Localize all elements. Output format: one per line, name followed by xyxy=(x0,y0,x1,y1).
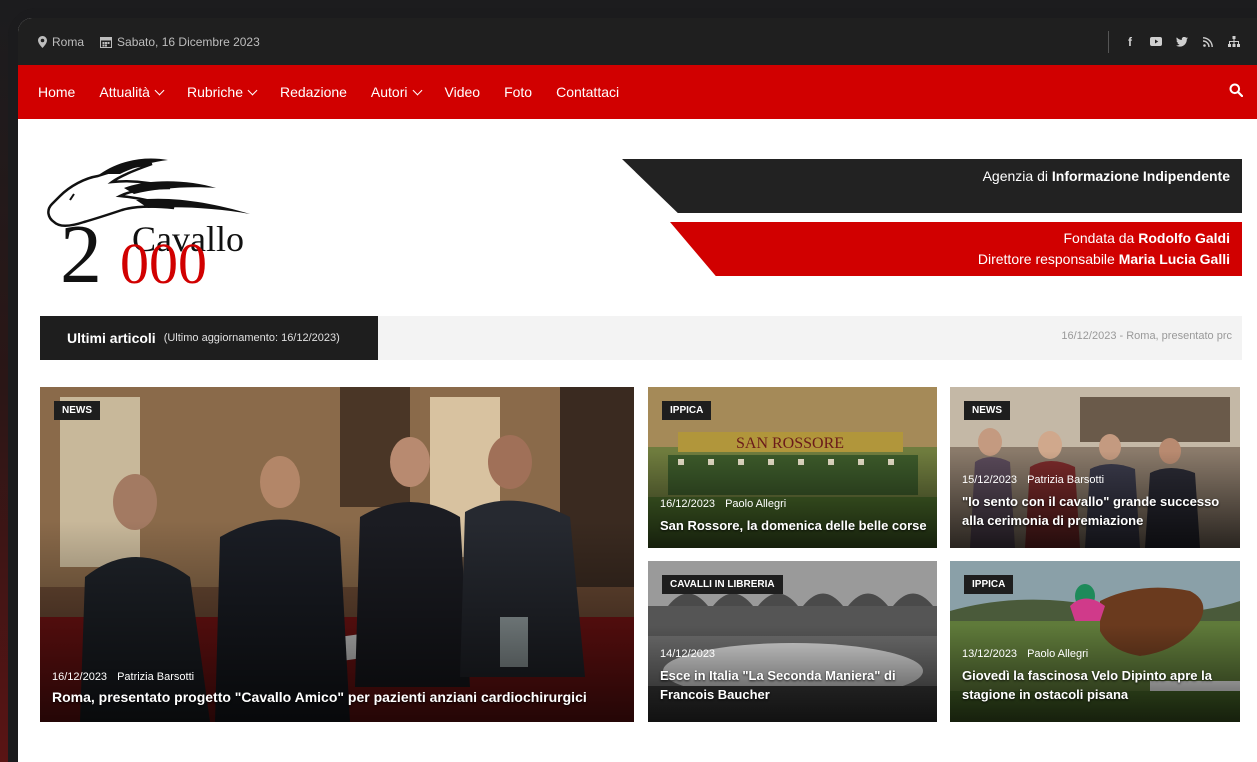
article-title[interactable]: Giovedì la fascinosa Velo Dipinto apre l… xyxy=(962,666,1230,704)
chevron-down-icon xyxy=(412,85,422,95)
ticker-news-link[interactable]: 16/12/2023 - Roma, presentato prc xyxy=(1061,330,1232,342)
nav-label: Foto xyxy=(504,84,533,100)
youtube-icon[interactable] xyxy=(1143,18,1169,65)
category-badge[interactable]: NEWS xyxy=(54,401,100,420)
founded-prefix: Fondata da xyxy=(1063,230,1135,246)
tagline-strong: Informazione Indipendente xyxy=(1051,168,1230,184)
nav-label: Rubriche xyxy=(186,84,243,100)
article-date: 16/12/2023 xyxy=(660,498,716,510)
tagline-text: Agenzia di Informazione Indipendente xyxy=(983,168,1230,184)
browser-viewport: Roma Sabato, 16 Dicembre 2023 f Home Att… xyxy=(18,18,1257,762)
article-title[interactable]: Esce in Italia "La Seconda Maniera" di F… xyxy=(660,666,927,704)
nav-contattaci[interactable]: Contattaci xyxy=(556,84,619,100)
nav-autori[interactable]: Autori xyxy=(370,84,422,100)
site-logo[interactable]: 2 Cavallo 000 xyxy=(40,156,270,301)
category-badge[interactable]: CAVALLI IN LIBRERIA xyxy=(662,575,783,594)
nav-rubriche[interactable]: Rubriche xyxy=(186,84,258,100)
article-meta: 13/12/2023 Paolo Allegri xyxy=(962,648,1098,660)
date-label: Sabato, 16 Dicembre 2023 xyxy=(117,34,260,49)
map-pin-icon xyxy=(38,35,47,48)
location-label: Roma xyxy=(52,34,85,49)
article-date: 15/12/2023 xyxy=(962,474,1018,486)
nav-attualita[interactable]: Attualità xyxy=(99,84,165,100)
nav-home[interactable]: Home xyxy=(38,84,75,100)
nav-label: Video xyxy=(444,84,481,100)
article-meta: 14/12/2023 xyxy=(660,648,725,660)
director-prefix: Direttore responsabile xyxy=(977,251,1115,267)
logo-number-2: 2 xyxy=(60,208,102,286)
article-author[interactable]: Patrizia Barsotti xyxy=(1027,474,1104,486)
location: Roma xyxy=(38,35,84,49)
sitemap-icon[interactable] xyxy=(1221,18,1247,65)
article-date: 13/12/2023 xyxy=(962,648,1018,660)
article-date: 14/12/2023 xyxy=(660,648,716,660)
category-badge[interactable]: NEWS xyxy=(964,401,1010,420)
nav-label: Redazione xyxy=(279,84,347,100)
calendar-icon xyxy=(100,36,113,48)
founder-name: Rodolfo Galdi xyxy=(1138,230,1230,246)
article-title[interactable]: San Rossore, la domenica delle belle cor… xyxy=(660,516,927,535)
article-card[interactable]: SAN ROSSORE IPPICA 16/12/2023 Paolo Alleg… xyxy=(648,387,937,548)
article-date: 16/12/2023 xyxy=(52,671,108,683)
article-author[interactable]: Paolo Allegri xyxy=(1027,648,1088,660)
facebook-icon[interactable]: f xyxy=(1117,18,1143,65)
news-ticker: Ultimi articoli (Ultimo aggiornamento: 1… xyxy=(40,316,1242,360)
chevron-down-icon xyxy=(154,85,165,95)
article-card[interactable]: CAVALLI IN LIBRERIA 14/12/2023 Esce in I… xyxy=(648,561,937,722)
nav-label: Home xyxy=(38,84,76,100)
article-meta: 15/12/2023 Patrizia Barsotti xyxy=(962,474,1114,486)
nav-foto[interactable]: Foto xyxy=(504,84,532,100)
current-date: Sabato, 16 Dicembre 2023 xyxy=(100,35,260,49)
article-author[interactable]: Patrizia Barsotti xyxy=(117,671,194,683)
director-name: Maria Lucia Galli xyxy=(1118,251,1230,267)
article-title[interactable]: Roma, presentato progetto "Cavallo Amico… xyxy=(52,688,624,707)
tagline-prefix: Agenzia di xyxy=(982,168,1048,184)
ticker-updated: (Ultimo aggiornamento: 16/12/2023) xyxy=(163,332,340,344)
article-meta: 16/12/2023 Patrizia Barsotti xyxy=(52,671,204,683)
nav-video[interactable]: Video xyxy=(445,84,481,100)
chevron-down-icon xyxy=(247,85,258,95)
tagline-banner: Agenzia di Informazione Indipendente xyxy=(622,159,1242,213)
featured-article[interactable]: NEWS 16/12/2023 Patrizia Barsotti Roma, p… xyxy=(40,387,634,722)
top-bar: Roma Sabato, 16 Dicembre 2023 f xyxy=(18,18,1257,65)
nav-label: Contattaci xyxy=(556,84,620,100)
credits-text: Fondata da Rodolfo Galdi Direttore respo… xyxy=(978,228,1230,270)
social-links: f xyxy=(1108,18,1247,65)
social-divider xyxy=(1108,30,1109,53)
twitter-icon[interactable] xyxy=(1169,18,1195,65)
category-badge[interactable]: IPPICA xyxy=(662,401,712,420)
article-title[interactable]: "Io sento con il cavallo" grande success… xyxy=(962,492,1230,530)
nav-label: Attualità xyxy=(99,84,150,100)
nav-label: Autori xyxy=(370,84,408,100)
main-navigation: Home Attualità Rubriche Redazione Autori… xyxy=(18,65,1257,119)
logo-number-000: 000 xyxy=(120,231,207,286)
rss-icon[interactable] xyxy=(1195,18,1221,65)
nav-redazione[interactable]: Redazione xyxy=(280,84,347,100)
gate-sign-text: SAN ROSSORE xyxy=(736,435,844,452)
ticker-title: Ultimi articoli xyxy=(67,330,156,346)
article-meta: 16/12/2023 Paolo Allegri xyxy=(660,498,796,510)
ticker-label: Ultimi articoli (Ultimo aggiornamento: 1… xyxy=(40,316,378,360)
category-badge[interactable]: IPPICA xyxy=(964,575,1014,594)
credits-banner: Fondata da Rodolfo Galdi Direttore respo… xyxy=(670,222,1242,276)
article-card[interactable]: IPPICA 13/12/2023 Paolo Allegri Giovedì l… xyxy=(950,561,1240,722)
search-icon[interactable] xyxy=(1229,83,1243,97)
article-card[interactable]: NEWS 15/12/2023 Patrizia Barsotti "Io sen… xyxy=(950,387,1240,548)
article-author[interactable]: Paolo Allegri xyxy=(725,498,786,510)
